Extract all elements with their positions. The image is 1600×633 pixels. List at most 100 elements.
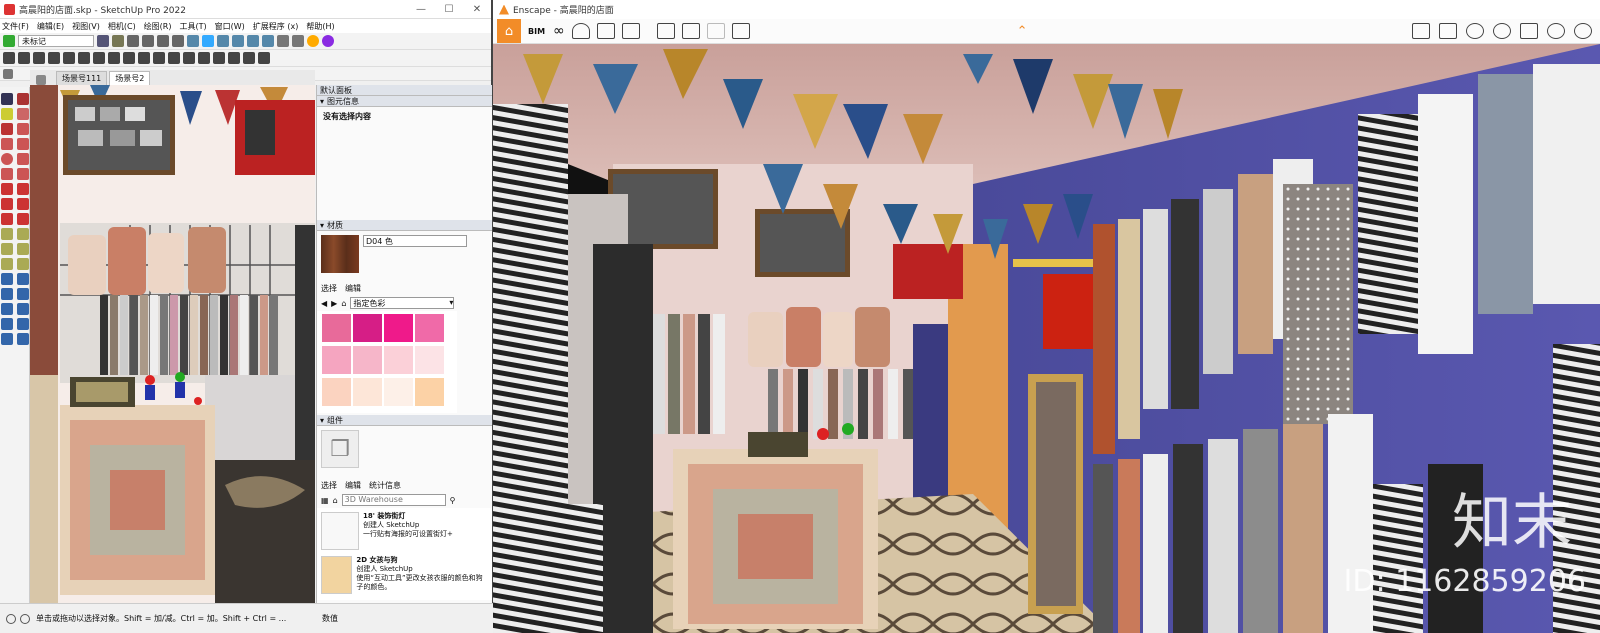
- mirror-icon[interactable]: [198, 52, 210, 64]
- fillet-icon[interactable]: [168, 52, 180, 64]
- close-button[interactable]: ✕: [463, 4, 491, 15]
- view-iso-icon[interactable]: [97, 35, 109, 47]
- color-library-select[interactable]: 指定色彩 ▾: [350, 297, 455, 309]
- menu-view[interactable]: 视图(V): [72, 21, 100, 32]
- section-display-icon[interactable]: [292, 35, 304, 47]
- components-header[interactable]: ▾ 组件: [317, 415, 492, 426]
- orbit-icon[interactable]: [1, 273, 13, 285]
- walk-icon[interactable]: [1, 333, 13, 345]
- material-name-field[interactable]: D04 色: [363, 235, 467, 247]
- asset-library-icon[interactable]: [571, 23, 590, 39]
- weld-icon[interactable]: [108, 52, 120, 64]
- zoom-extents-icon[interactable]: [1, 303, 13, 315]
- 3d-text-icon[interactable]: [17, 258, 29, 270]
- material-swatch[interactable]: [384, 378, 413, 406]
- eraser-icon[interactable]: [1, 108, 13, 120]
- billboard-icon[interactable]: [1439, 23, 1457, 39]
- home-icon[interactable]: ⌂: [333, 496, 338, 505]
- array-icon[interactable]: [153, 52, 165, 64]
- info-icon[interactable]: [6, 613, 16, 624]
- menu-draw[interactable]: 绘图(R): [144, 21, 172, 32]
- minimize-button[interactable]: —: [407, 4, 435, 15]
- material-swatch[interactable]: [415, 346, 444, 374]
- sketchup-viewport[interactable]: [30, 85, 315, 603]
- extrude-icon[interactable]: [183, 52, 195, 64]
- rectangle-tool-icon[interactable]: [1, 138, 13, 150]
- material-swatch[interactable]: [353, 314, 382, 342]
- pano-icon[interactable]: [706, 23, 725, 39]
- previous-view-icon[interactable]: [17, 303, 29, 315]
- wall-icon[interactable]: [228, 52, 240, 64]
- look-around-icon[interactable]: [17, 318, 29, 330]
- slab-icon[interactable]: [78, 52, 90, 64]
- wireframe-icon[interactable]: [202, 35, 214, 47]
- grid-icon[interactable]: [18, 52, 30, 64]
- tape-measure-icon[interactable]: [1, 228, 13, 240]
- gear-icon[interactable]: [1574, 23, 1592, 39]
- scale-tool-icon[interactable]: [1, 213, 13, 225]
- rail-icon[interactable]: [33, 52, 45, 64]
- xray-icon[interactable]: [187, 35, 199, 47]
- pan-icon[interactable]: [17, 273, 29, 285]
- monochrome-icon[interactable]: [262, 35, 274, 47]
- view-options-icon[interactable]: ▦: [321, 496, 329, 505]
- protractor-icon[interactable]: [1, 243, 13, 255]
- entity-info-header[interactable]: ▾ 图元信息: [317, 96, 492, 107]
- extension-icon[interactable]: [307, 35, 319, 47]
- material-swatch[interactable]: [322, 378, 351, 406]
- view-right-icon[interactable]: [142, 35, 154, 47]
- zoom-window-icon[interactable]: [17, 288, 29, 300]
- menu-edit[interactable]: 编辑(E): [37, 21, 64, 32]
- freehand-icon[interactable]: [17, 123, 29, 135]
- geo-location-icon[interactable]: [20, 613, 30, 624]
- view-left-icon[interactable]: [172, 35, 184, 47]
- curve-icon[interactable]: [123, 52, 135, 64]
- vr-icon[interactable]: [1520, 23, 1538, 39]
- textured-icon[interactable]: [247, 35, 259, 47]
- warehouse-search-input[interactable]: 3D Warehouse: [341, 494, 446, 506]
- view-front-icon[interactable]: [127, 35, 139, 47]
- zoom-icon[interactable]: [1, 288, 13, 300]
- binoculars-icon[interactable]: ∞: [553, 23, 565, 39]
- column-icon[interactable]: [63, 52, 75, 64]
- eye-icon[interactable]: [1547, 23, 1565, 39]
- tab-scene-2[interactable]: 场景号2: [109, 71, 151, 85]
- list-item[interactable]: 2D 女孩与狗 创建人 SketchUp 使用“互动工具”更改女孩衣服的颜色和狗…: [321, 556, 488, 600]
- arch-icon[interactable]: [213, 52, 225, 64]
- lasso-icon[interactable]: [17, 93, 29, 105]
- material-swatch[interactable]: [384, 314, 413, 342]
- footprint-icon[interactable]: [1493, 23, 1511, 39]
- tag-select[interactable]: 未标记: [18, 35, 94, 47]
- maximize-button[interactable]: ☐: [435, 4, 463, 15]
- menu-window[interactable]: 窗口(W): [215, 21, 245, 32]
- material-swatch[interactable]: [322, 346, 351, 374]
- enscape-render-view[interactable]: 知末 ID: 1162859206: [493, 44, 1600, 633]
- shaded-icon[interactable]: [232, 35, 244, 47]
- text-tool-icon[interactable]: [17, 243, 29, 255]
- material-swatch[interactable]: [322, 314, 351, 342]
- dimension-icon[interactable]: [17, 228, 29, 240]
- material-swatch[interactable]: [415, 378, 444, 406]
- rotate-tool-icon[interactable]: [1, 198, 13, 210]
- select-tool-icon[interactable]: [1, 93, 13, 105]
- material-swatch[interactable]: [384, 346, 413, 374]
- home-icon[interactable]: ⌂: [341, 299, 346, 308]
- materials-header[interactable]: ▾ 材质: [317, 220, 492, 231]
- bim-icon[interactable]: BIM: [528, 27, 546, 36]
- components-tab-select[interactable]: 选择: [321, 480, 337, 491]
- section-tool-icon[interactable]: [17, 333, 29, 345]
- line-tool-icon[interactable]: [1, 123, 13, 135]
- tab-scene-111[interactable]: 场景号111: [56, 71, 108, 85]
- map-icon[interactable]: [1412, 23, 1430, 39]
- arc-tool-icon[interactable]: [1, 168, 13, 180]
- material-swatch[interactable]: [415, 314, 444, 342]
- plugin-icon[interactable]: [322, 35, 334, 47]
- menu-camera[interactable]: 相机(C): [108, 21, 136, 32]
- materials-tab-edit[interactable]: 编辑: [345, 283, 361, 294]
- material-editor-icon[interactable]: [1466, 23, 1484, 39]
- back-arrow-icon[interactable]: ◀: [321, 299, 327, 308]
- section-plane-icon[interactable]: [277, 35, 289, 47]
- screenshot-icon[interactable]: [656, 23, 675, 39]
- follow-me-icon[interactable]: [17, 198, 29, 210]
- export-icon[interactable]: [731, 23, 750, 39]
